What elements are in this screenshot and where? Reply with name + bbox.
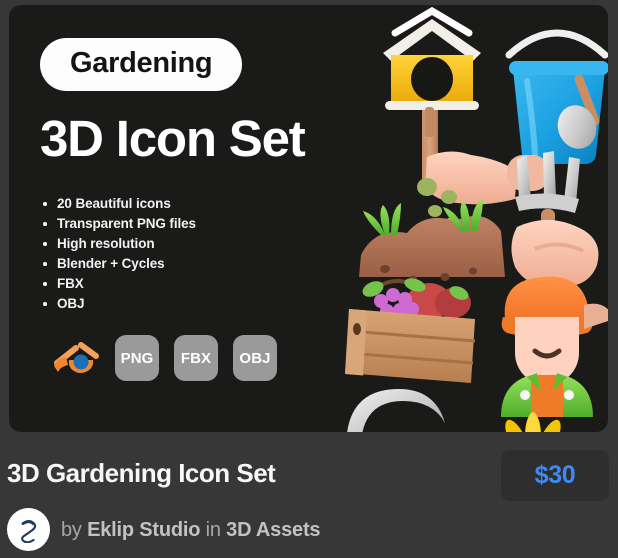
- bullet-icon: [43, 302, 47, 306]
- category-tag-pill: Gardening: [40, 38, 243, 91]
- bullet-icon: [43, 202, 47, 206]
- bullet-icon: [43, 262, 47, 266]
- feature-label: OBJ: [57, 296, 85, 312]
- feature-list-item: OBJ: [40, 294, 370, 314]
- feature-list-item: High resolution: [40, 234, 370, 254]
- hero-preview[interactable]: Gardening 3D Icon Set 20 Beautiful icons…: [9, 5, 608, 432]
- bullet-icon: [43, 242, 47, 246]
- price-label: $30: [534, 461, 576, 489]
- product-card: Gardening 3D Icon Set 20 Beautiful icons…: [0, 0, 618, 558]
- feature-list-item: Blender + Cycles: [40, 254, 370, 274]
- bullet-icon: [43, 282, 47, 286]
- in-label: in: [205, 518, 221, 541]
- format-badge-obj[interactable]: OBJ: [233, 335, 277, 381]
- feature-label: High resolution: [57, 236, 155, 252]
- feature-label: FBX: [57, 276, 84, 292]
- feature-label: 20 Beautiful icons: [57, 196, 171, 212]
- format-badge-row: PNG FBX OBJ: [51, 335, 277, 381]
- blender-icon: [51, 338, 100, 378]
- hero-title: 3D Icon Set: [40, 110, 306, 167]
- feature-label: Transparent PNG files: [57, 216, 196, 232]
- bullet-icon: [43, 222, 47, 226]
- category-link[interactable]: 3D Assets: [226, 519, 320, 541]
- feature-list-item: 20 Beautiful icons: [40, 194, 370, 214]
- studio-name-link[interactable]: Eklip Studio: [87, 519, 200, 541]
- feature-list: 20 Beautiful icons Transparent PNG files…: [40, 194, 370, 314]
- price-badge[interactable]: $30: [501, 450, 609, 501]
- product-footer: 3D Gardening Icon Set $30 by Eklip Studi…: [0, 440, 618, 558]
- format-badge-fbx[interactable]: FBX: [174, 335, 218, 381]
- feature-list-item: Transparent PNG files: [40, 214, 370, 234]
- format-badge-png[interactable]: PNG: [115, 335, 159, 381]
- by-label: by: [61, 518, 82, 541]
- feature-list-item: FBX: [40, 274, 370, 294]
- avatar[interactable]: [7, 508, 50, 551]
- author-row: by Eklip Studio in 3D Assets: [7, 508, 321, 551]
- author-byline: by Eklip Studio in 3D Assets: [61, 518, 321, 541]
- hero-copy: Gardening 3D Icon Set 20 Beautiful icons…: [40, 38, 370, 314]
- feature-label: Blender + Cycles: [57, 256, 165, 272]
- product-title[interactable]: 3D Gardening Icon Set: [7, 460, 276, 486]
